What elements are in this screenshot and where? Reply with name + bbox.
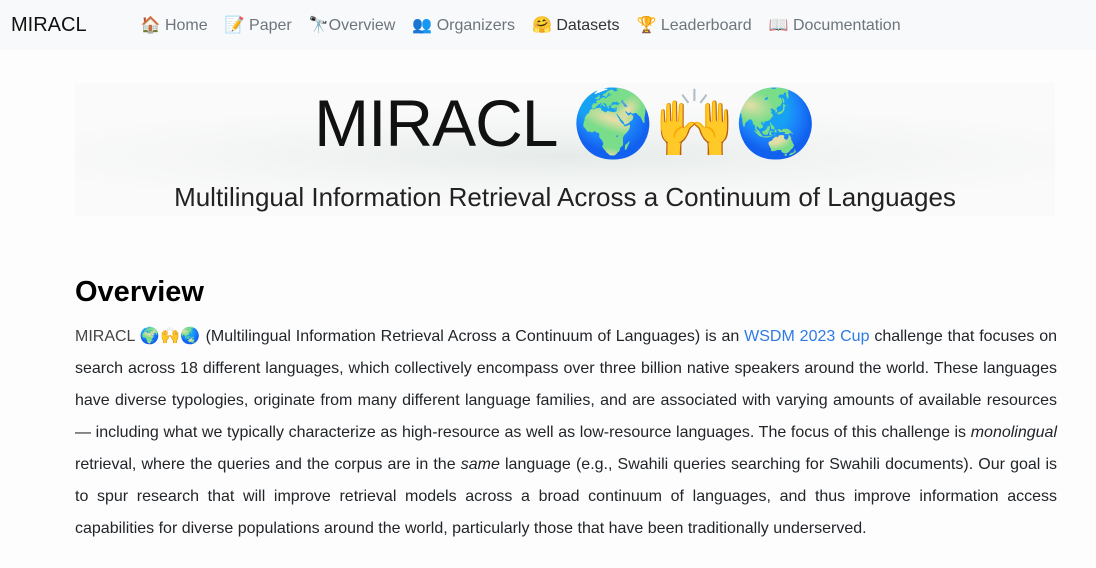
wsdm-cup-link[interactable]: WSDM 2023 Cup	[744, 328, 869, 345]
miracl-name: MIRACL 🌍🙌🌏	[75, 328, 201, 345]
nav-label: Organizers	[436, 17, 515, 34]
text: retrieval, where the queries and the cor…	[75, 456, 461, 473]
hero-banner: MIRACL 🌍🙌🌏 Multilingual Information Retr…	[75, 83, 1055, 216]
emphasis: same	[460, 456, 500, 473]
book-icon: 📖	[768, 17, 789, 34]
nav-label: Datasets	[556, 17, 620, 34]
banner-title: MIRACL 🌍🙌🌏	[314, 86, 817, 160]
telescope-icon: 🔭	[308, 17, 329, 34]
memo-icon: 📝	[224, 17, 245, 34]
nav-label: Paper	[249, 17, 292, 34]
nav-organizers[interactable]: 👥 Organizers	[412, 15, 515, 35]
nav-label: Leaderboard	[660, 17, 752, 34]
trophy-icon: 🏆	[636, 17, 657, 34]
house-icon: 🏠	[140, 17, 161, 34]
nav-paper[interactable]: 📝 Paper	[225, 15, 292, 35]
nav-label: Documentation	[792, 17, 901, 34]
brand-link[interactable]: MIRACL	[11, 14, 87, 37]
nav-label: Overview	[328, 17, 396, 34]
overview-paragraph: MIRACL 🌍🙌🌏 (Multilingual Information Ret…	[75, 321, 1057, 545]
overview-section: Overview MIRACL 🌍🙌🌏 (Multilingual Inform…	[75, 276, 1057, 545]
navbar: MIRACL 🏠 Home 📝 Paper 🔭Overview 👥 Organi…	[0, 0, 1096, 50]
nav-overview[interactable]: 🔭Overview	[309, 15, 396, 35]
nav-home[interactable]: 🏠 Home	[141, 15, 208, 35]
overview-heading: Overview	[75, 276, 204, 308]
banner-subtitle: Multilingual Information Retrieval Acros…	[174, 182, 956, 212]
nav-leaderboard[interactable]: 🏆 Leaderboard	[636, 15, 751, 35]
emphasis: monolingual	[970, 424, 1057, 441]
nav-datasets[interactable]: 🤗 Datasets	[532, 15, 620, 35]
people-icon: 👥	[412, 17, 433, 34]
nav-label: Home	[164, 17, 208, 34]
hugging-face-icon: 🤗	[531, 17, 552, 34]
nav-documentation[interactable]: 📖 Documentation	[769, 15, 901, 35]
text: (Multilingual Information Retrieval Acro…	[200, 328, 745, 345]
